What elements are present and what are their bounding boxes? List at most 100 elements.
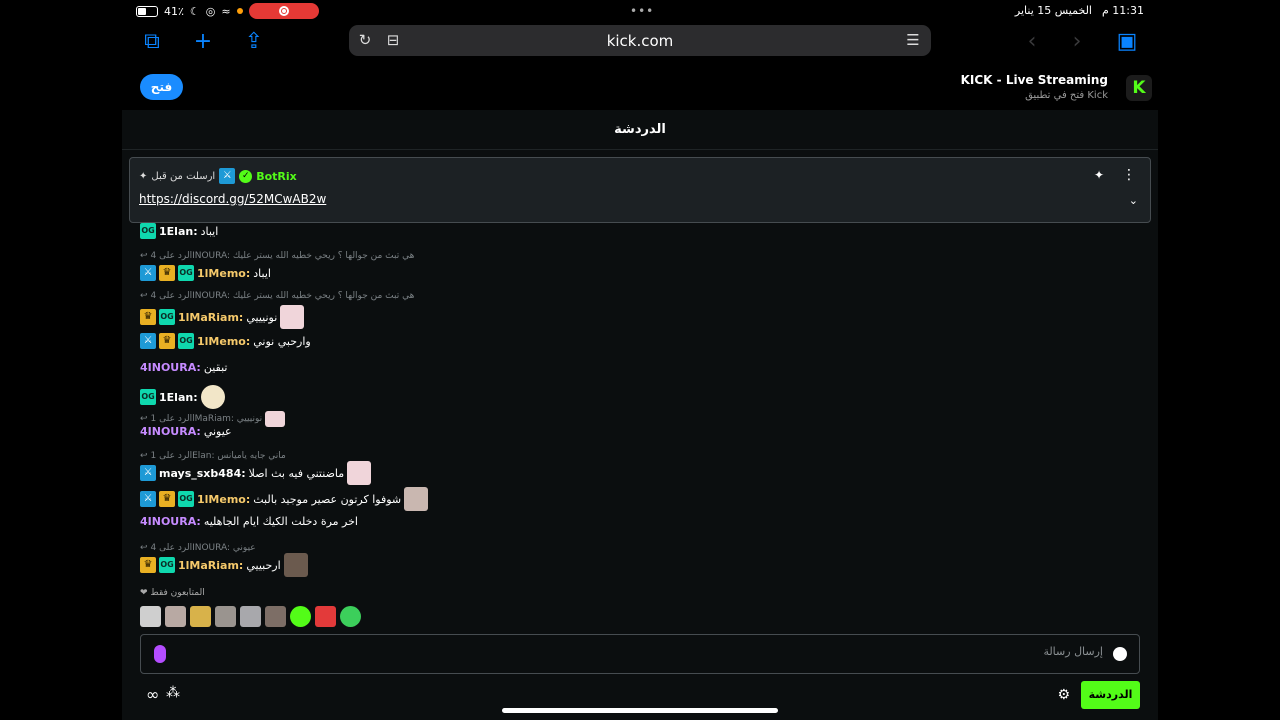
quick-emote[interactable] (290, 606, 311, 627)
chat-text: اخر مرة دخلت الكيك ايام الجاهليه (203, 515, 358, 528)
quick-emote[interactable] (215, 606, 236, 627)
reply-text: الرد على 1lMaRiam: نونيييي (150, 414, 263, 424)
url-text[interactable]: kick.com (349, 32, 931, 50)
chat-username[interactable]: 4INOURA: (140, 515, 201, 528)
status-time: 11:31 م (1101, 4, 1144, 17)
reply-context[interactable]: ↩ الرد على 4INOURA: هي تبث من جوالها ؟ ر… (140, 291, 414, 301)
home-indicator[interactable] (502, 708, 778, 713)
chat-username[interactable]: 1lMemo: (197, 335, 250, 348)
settings-gear-icon[interactable]: ⚙ (1057, 687, 1070, 703)
chat-message: 4INOURA: اخر مرة دخلت الكيك ايام الجاهلي… (140, 515, 358, 528)
reader-icon[interactable]: ☰ (903, 30, 923, 50)
pinned-link[interactable]: https://discord.gg/52MCwAB2w (139, 192, 326, 206)
send-chat-button[interactable]: الدردشة (1081, 681, 1140, 709)
chat-username[interactable]: 4INOURA: (140, 361, 201, 374)
chat-message-input[interactable] (177, 645, 1103, 658)
open-app-button[interactable]: فتح (140, 74, 183, 100)
chat-message: ♛ OG 1lMaRiam: نونيييي (140, 305, 305, 329)
reply-icon: ↩ (140, 543, 148, 553)
back-icon[interactable]: ‹ (1018, 28, 1046, 56)
pinned-meta: ✦ ارسلت من قبل ⚔ ✓ BotRix (139, 168, 297, 184)
chat-input-box[interactable] (140, 634, 1140, 674)
emote-image (265, 411, 286, 427)
quick-emote[interactable] (140, 606, 161, 627)
chat-text: عيوني (203, 425, 232, 438)
microphone-icon[interactable] (154, 645, 166, 663)
moderator-badge-icon: ⚔ (219, 168, 236, 184)
heart-icon: ❤ (140, 588, 148, 598)
chat-message: 4INOURA: عيوني (140, 425, 232, 438)
chat-username[interactable]: 1lMemo: (197, 493, 250, 506)
chat-text: ايباد (253, 266, 271, 280)
chat-username[interactable]: 1Elan: (159, 391, 198, 404)
tabs-overview-icon[interactable]: ⧉ (138, 28, 166, 56)
chat-username[interactable]: mays_sxb484: (159, 467, 246, 480)
emoji-icon[interactable] (1113, 647, 1127, 661)
reply-context[interactable]: ↩ الرد على 4INOURA: هي تبث من جوالها ؟ ر… (140, 251, 414, 261)
battery-icon (136, 5, 158, 17)
infinity-icon[interactable]: ∞ (146, 685, 159, 704)
reply-text: الرد على 4INOURA: عيوني (150, 543, 256, 553)
kick-points-icon[interactable]: ⁂ (166, 685, 180, 701)
chat-text: شوفوا كرتون عصير موجيد بالبث (253, 492, 402, 506)
crown-badge-icon: ♛ (159, 491, 175, 507)
kick-logo-icon: K (1126, 75, 1152, 101)
battery-percent: 41٪ (164, 4, 184, 18)
pinned-author[interactable]: BotRix (256, 170, 297, 183)
crown-badge-icon: ♛ (140, 309, 156, 325)
sidebar-icon[interactable]: ▣ (1113, 28, 1141, 56)
quick-emote[interactable] (190, 606, 211, 627)
quick-emote[interactable] (315, 606, 336, 627)
chat-username[interactable]: 1lMaRiam: (178, 311, 243, 324)
chat-message: ♛ OG 1lMaRiam: ارحبييي (140, 553, 308, 577)
moderator-badge-icon: ⚔ (140, 333, 156, 349)
status-left: 41٪ ☾ ◎ ≈ (136, 3, 319, 19)
address-bar[interactable]: ↻ ⊟ kick.com ☰ (349, 25, 931, 56)
chat-text: ارحبييي (246, 558, 281, 572)
og-badge-icon: OG (159, 557, 175, 573)
chat-text: ماضنتني فيه بث اصلا (248, 466, 345, 480)
forward-icon[interactable]: › (1063, 28, 1091, 56)
chat-username[interactable]: 1lMemo: (197, 267, 250, 280)
reply-text: الرد على 4INOURA: هي تبث من جوالها ؟ ريح… (150, 291, 415, 301)
og-badge-icon: OG (140, 389, 156, 405)
quick-emote[interactable] (340, 606, 361, 627)
reply-text: الرد على 4INOURA: هي تبث من جوالها ؟ ريح… (150, 251, 415, 261)
emote-image (347, 461, 372, 485)
banner-title: KICK - Live Streaming (960, 73, 1108, 87)
chat-text: وارحبي نوني (253, 334, 311, 348)
moderator-badge-icon: ⚔ (140, 491, 156, 507)
chevron-down-icon[interactable]: ⌄ (1129, 194, 1138, 207)
og-badge-icon: OG (178, 333, 194, 349)
screen-recording-pill[interactable] (248, 3, 319, 19)
multitask-dots-icon[interactable]: ••• (630, 4, 654, 18)
verified-icon: ✓ (239, 169, 253, 183)
emote-image (283, 553, 308, 577)
chat-header: الدردشة (122, 110, 1158, 150)
moderator-badge-icon: ⚔ (140, 265, 156, 281)
new-tab-icon[interactable]: + (189, 28, 217, 56)
emote-image (404, 487, 429, 511)
unpin-icon[interactable]: ✦ (1094, 168, 1104, 182)
chat-text: نونيييي (246, 310, 278, 324)
chat-username[interactable]: 1Elan: (159, 225, 198, 238)
chat-username[interactable]: 1lMaRiam: (178, 559, 243, 572)
quick-emote[interactable] (265, 606, 286, 627)
chat-message: 4INOURA: تبقين (140, 361, 227, 374)
record-icon (278, 6, 289, 16)
emote-image (280, 305, 305, 329)
reply-icon: ↩ (140, 414, 148, 424)
more-options-icon[interactable]: ⋮ (1122, 167, 1136, 183)
og-badge-icon: OG (140, 223, 156, 239)
chat-username[interactable]: 4INOURA: (140, 425, 201, 438)
reply-context[interactable]: ↩ الرد على 4INOURA: عيوني (140, 543, 256, 553)
chat-text: ايباد (200, 224, 219, 238)
quick-emote[interactable] (165, 606, 186, 627)
og-badge-icon: OG (159, 309, 175, 325)
chat-message: ⚔ ♛ OG 1lMemo: شوفوا كرتون عصير موجيد با… (140, 487, 429, 511)
quick-emote[interactable] (240, 606, 261, 627)
pinned-meta-text: ارسلت من قبل (151, 170, 216, 182)
share-icon[interactable]: ⇪ (240, 28, 268, 56)
reply-context[interactable]: ↩ الرد على 1Elan: ماني جايه ياميانس (140, 451, 286, 461)
reply-icon: ↩ (140, 251, 148, 261)
